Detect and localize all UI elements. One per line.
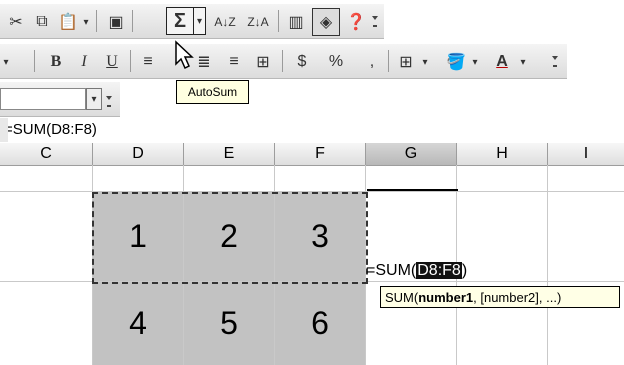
cell-e9[interactable]: 5 bbox=[184, 282, 274, 365]
percent-button[interactable]: % bbox=[324, 50, 348, 74]
standard-toolbar: ✂ ⧉ 📋 ▾ ▣ Σ ▾ A↓Z Z↓A ▥ ◈ ❓ bbox=[0, 0, 624, 42]
cell-d8[interactable]: 1 bbox=[93, 192, 183, 281]
cut-icon[interactable]: ✂ bbox=[4, 10, 28, 34]
borders-icon[interactable]: ⊞ bbox=[394, 50, 418, 74]
toolbar-separator bbox=[132, 10, 133, 32]
cell-g7-border bbox=[367, 189, 458, 191]
cell-e8[interactable]: 2 bbox=[184, 192, 274, 281]
paste-dropdown-icon[interactable]: ▾ bbox=[80, 10, 92, 34]
bold-button[interactable]: B bbox=[44, 50, 68, 74]
function-argument-tooltip[interactable]: SUM(number1, [number2], ...) bbox=[380, 286, 620, 308]
fill-color-dropdown-icon[interactable]: ▾ bbox=[470, 50, 480, 74]
autosum-button[interactable]: Σ bbox=[166, 7, 194, 35]
toolbar-separator bbox=[282, 50, 283, 72]
function-arg-current: number1 bbox=[418, 289, 474, 305]
toolbar-separator bbox=[130, 50, 131, 72]
formula-range-reference: D8:F8 bbox=[416, 262, 462, 279]
align-right-icon[interactable]: ≡ bbox=[222, 50, 246, 74]
italic-button[interactable]: I bbox=[72, 50, 96, 74]
column-header-i[interactable]: I bbox=[548, 143, 624, 166]
fx-icon[interactable] bbox=[0, 118, 8, 142]
font-size-dropdown-icon[interactable]: ▾ bbox=[0, 50, 12, 74]
gridline bbox=[547, 165, 548, 365]
chart-wizard-icon[interactable]: ▥ bbox=[284, 10, 308, 34]
toolbar-separator bbox=[278, 10, 279, 32]
formula-bar[interactable]: =SUM(D8:F8) bbox=[0, 118, 624, 142]
mouse-cursor-icon bbox=[175, 40, 194, 70]
function-arg-rest: , [number2], ...) bbox=[473, 289, 562, 305]
underline-button[interactable]: U bbox=[100, 50, 124, 74]
name-box-dropdown-icon[interactable]: ▾ bbox=[86, 88, 102, 110]
comma-style-button[interactable]: , bbox=[360, 50, 384, 74]
toolbar-options-icon[interactable] bbox=[372, 16, 378, 30]
cell-g8-editing[interactable]: =SUM(D8:F8) bbox=[366, 262, 467, 280]
column-header-c[interactable]: C bbox=[0, 143, 93, 166]
column-header-d[interactable]: D bbox=[93, 143, 184, 166]
autosum-tooltip: AutoSum bbox=[176, 80, 249, 104]
function-name: SUM( bbox=[385, 289, 419, 305]
formula-bar-content: =SUM(D8:F8) bbox=[4, 121, 97, 138]
toolbar-options-icon[interactable] bbox=[106, 96, 112, 110]
toolbar-separator bbox=[96, 10, 97, 32]
formatting-toolbar: ▾ B I U ≡ ≣ ≡ ⊞ $ % , ⊞ ▾ 🪣 ▾ A ▾ bbox=[0, 42, 624, 82]
name-box-row: ▾ bbox=[0, 82, 624, 118]
autosum-dropdown-icon[interactable]: ▾ bbox=[193, 7, 206, 35]
toolbar-separator bbox=[34, 50, 35, 72]
merge-center-icon[interactable]: ⊞ bbox=[250, 50, 276, 74]
paste-icon[interactable]: 📋 bbox=[56, 10, 80, 34]
sort-ascending-button[interactable]: A↓Z bbox=[210, 10, 240, 34]
copy-icon[interactable]: ⧉ bbox=[30, 10, 54, 34]
sort-descending-button[interactable]: Z↓A bbox=[243, 10, 273, 34]
formula-prefix: =SUM( bbox=[366, 262, 417, 279]
borders-dropdown-icon[interactable]: ▾ bbox=[420, 50, 430, 74]
format-painter-icon[interactable]: ▣ bbox=[104, 10, 128, 34]
column-header-f[interactable]: F bbox=[275, 143, 366, 166]
font-color-icon[interactable]: A bbox=[490, 50, 514, 74]
currency-button[interactable]: $ bbox=[290, 50, 314, 74]
column-header-g[interactable]: G bbox=[366, 143, 457, 166]
cell-d9[interactable]: 4 bbox=[93, 282, 183, 365]
name-box[interactable] bbox=[0, 88, 86, 110]
font-color-dropdown-icon[interactable]: ▾ bbox=[518, 50, 528, 74]
formula-suffix: ) bbox=[461, 262, 468, 279]
drawing-icon[interactable]: ◈ bbox=[312, 8, 340, 36]
toolbar-separator bbox=[388, 50, 389, 72]
column-header-e[interactable]: E bbox=[184, 143, 275, 166]
fill-color-icon[interactable]: 🪣 bbox=[444, 50, 468, 74]
cell-f8[interactable]: 3 bbox=[275, 192, 365, 281]
toolbar-options-icon[interactable] bbox=[552, 56, 558, 70]
align-left-icon[interactable]: ≡ bbox=[136, 50, 160, 74]
column-header-h[interactable]: H bbox=[457, 143, 548, 166]
help-icon[interactable]: ❓ bbox=[344, 10, 368, 34]
cell-f9[interactable]: 6 bbox=[275, 282, 365, 365]
